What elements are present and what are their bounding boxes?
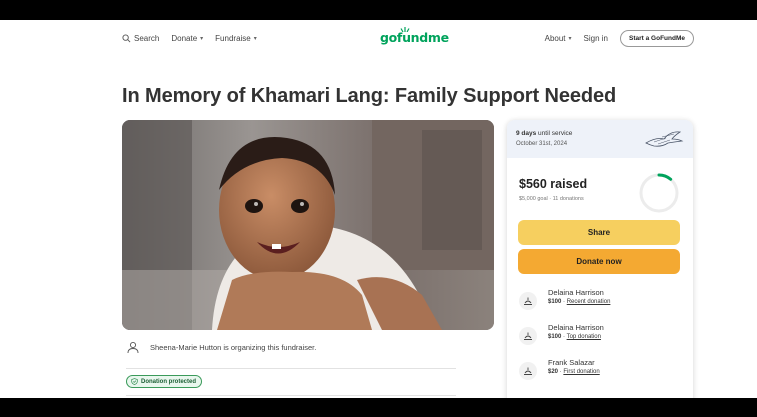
donor-icon [519,362,537,380]
chevron-down-icon: ▾ [253,36,257,42]
donation-protected-badge[interactable]: Donation protected [126,375,202,388]
donation-item: Delaina Harrison $100 · Recent donation [519,288,679,314]
start-gofundme-button[interactable]: Start a GoFundMe [620,30,694,47]
campaign-photo[interactable] [122,120,494,330]
nav-fundraise[interactable]: Fundraise ▾ [215,34,257,43]
donation-amount: $100 [548,334,562,340]
gofundme-logo[interactable]: gofundme [380,30,449,45]
goal-amount: $5,000 goal [519,196,548,202]
goal-info: $5,000 goal · 11 donations [519,196,584,202]
user-icon [127,341,139,354]
donor-name: Delaina Harrison [548,288,604,297]
chevron-down-icon: ▾ [200,36,204,42]
days-suffix: until service [536,130,573,137]
donation-amount: $100 [548,299,562,305]
divider [126,395,456,396]
donation-item: Frank Salazar $20 · First donation [519,358,679,384]
dove-icon [645,131,684,147]
nav-donate[interactable]: Donate ▾ [171,34,203,43]
donor-name: Delaina Harrison [548,323,604,332]
baby-photo-image [122,120,494,330]
donation-meta: $20 · First donation [548,369,600,375]
shield-check-icon [131,378,138,385]
days-until-service: 9 days until service [516,130,572,137]
service-banner: 9 days until service October 31st, 2024 [507,120,693,158]
donation-protected-label: Donation protected [141,378,196,385]
page-title: In Memory of Khamari Lang: Family Suppor… [122,85,617,107]
amount-raised: $560 raised [519,177,588,191]
donation-card: 9 days until service October 31st, 2024 … [507,120,693,398]
nav-left: Search Donate ▾ Fundraise ▾ [122,34,257,43]
donor-icon [519,292,537,310]
donation-amount: $20 [548,369,559,375]
fundraiser-page: Search Donate ▾ Fundraise ▾ gofundme Abo… [0,20,757,398]
nav-search-label: Search [134,34,160,43]
organizer-row[interactable]: Sheena-Marie Hutton is organizing this f… [126,340,316,354]
search-icon [122,34,131,43]
donation-meta: $100 · Top donation [548,334,601,340]
donation-meta: $100 · Recent donation [548,299,611,305]
donation-count: 11 donations [552,196,584,202]
donor-name: Frank Salazar [548,358,595,367]
nav-donate-label: Donate [171,34,198,43]
letterbox-top [0,0,757,20]
organizer-text: Sheena-Marie Hutton is organizing this f… [150,342,317,352]
donor-icon [519,327,537,345]
service-date: October 31st, 2024 [516,141,568,147]
share-button[interactable]: Share [518,220,680,245]
nav-sign-in[interactable]: Sign in [584,34,608,43]
divider [126,368,456,369]
nav-fundraise-label: Fundraise [215,34,251,43]
top-nav: Search Donate ▾ Fundraise ▾ gofundme Abo… [0,20,757,58]
nav-about-label: About [544,34,566,43]
progress-ring [639,173,679,213]
days-count: 9 days [516,130,537,137]
chevron-down-icon: ▾ [568,36,572,42]
nav-search[interactable]: Search [122,34,159,43]
nav-right: About ▾ Sign in Start a GoFundMe [545,30,694,47]
letterbox-bottom [0,398,757,417]
donation-tag-link[interactable]: First donation [563,369,599,375]
donate-now-button[interactable]: Donate now [518,249,680,274]
donation-tag-link[interactable]: Recent donation [567,299,611,305]
donation-item: Delaina Harrison $100 · Top donation [519,323,679,349]
donation-tag-link[interactable]: Top donation [567,334,601,340]
nav-about[interactable]: About ▾ [545,34,572,43]
